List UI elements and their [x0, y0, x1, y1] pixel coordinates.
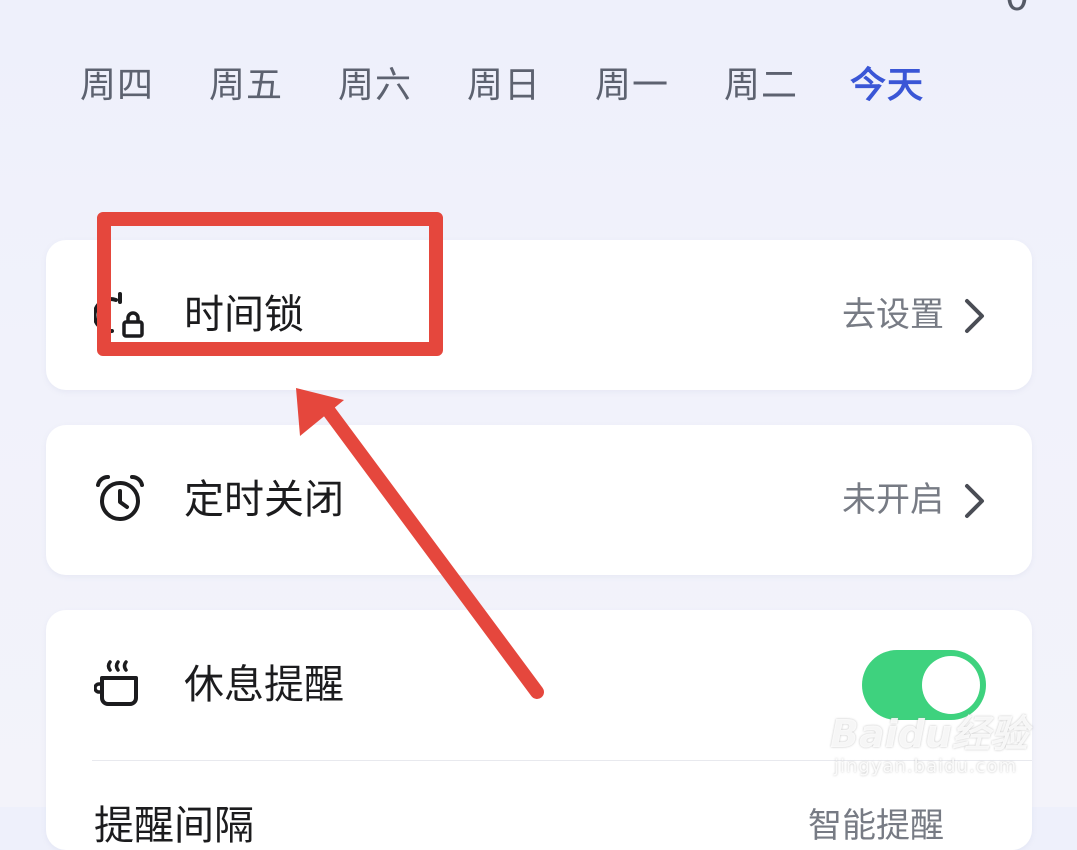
tab-tuesday[interactable]: 周二	[724, 58, 798, 114]
rest-reminder-toggle[interactable]	[862, 650, 986, 720]
watermark-logo: Baidu经验	[830, 712, 1028, 756]
alarm-clock-icon	[96, 475, 144, 521]
time-lock-value: 去设置	[842, 295, 944, 335]
toggle-knob	[922, 656, 980, 714]
reminder-interval-value: 智能提醒	[808, 806, 944, 846]
watermark-url: jingyan.baidu.com	[834, 756, 1018, 777]
annotation-highlight-box	[97, 212, 443, 356]
tab-today[interactable]: 今天	[850, 58, 924, 114]
tab-friday[interactable]: 周五	[209, 58, 283, 114]
scheduled-close-row[interactable]: 定时关闭 未开启	[46, 425, 1032, 575]
day-tabs: 周四 周五 周六 周日 周一 周二 今天	[0, 58, 1077, 118]
chevron-right-icon	[965, 299, 984, 333]
tab-saturday[interactable]: 周六	[338, 58, 412, 114]
watermark: Baidu经验 jingyan.baidu.com	[830, 712, 1060, 778]
tab-sunday[interactable]: 周日	[467, 58, 541, 114]
tab-monday[interactable]: 周一	[595, 58, 669, 114]
scheduled-close-value: 未开启	[842, 480, 944, 520]
coffee-cup-icon	[94, 660, 138, 706]
reminder-interval-label[interactable]: 提醒间隔	[94, 798, 254, 848]
rest-reminder-label: 休息提醒	[184, 662, 344, 708]
scheduled-close-label: 定时关闭	[184, 477, 344, 523]
tab-thursday[interactable]: 周四	[80, 58, 154, 114]
chevron-right-icon	[965, 484, 984, 518]
status-digit: 0	[1005, 0, 1029, 16]
